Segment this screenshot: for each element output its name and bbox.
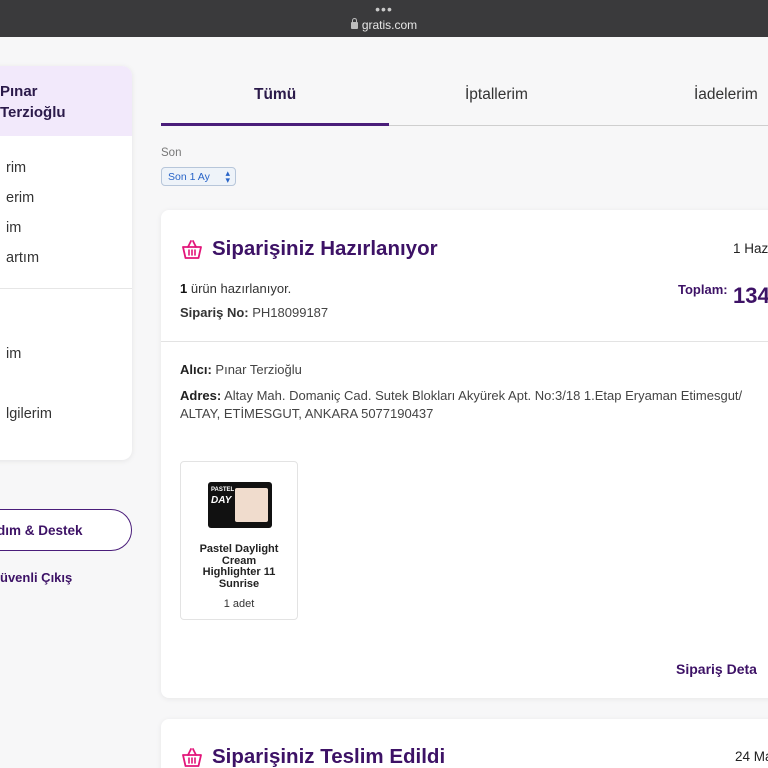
product-image-brand: PASTEL: [211, 487, 235, 493]
order-tabs: Tümü İptallerim İadelerim: [161, 66, 768, 126]
sidebar-item-4[interactable]: artım: [0, 248, 132, 278]
basket-icon: [182, 240, 202, 259]
tab-returns[interactable]: İadelerim: [694, 86, 758, 104]
basket-icon: [182, 748, 202, 767]
user-name-block: Pınar Terzioğlu: [0, 66, 132, 136]
order-detail-link[interactable]: Sipariş Deta: [676, 661, 757, 677]
help-support-button[interactable]: dım & Destek: [0, 509, 132, 551]
url-text: gratis.com: [361, 18, 418, 32]
total-label: Toplam:: [678, 282, 728, 297]
user-last-name: Terzioğlu: [0, 104, 66, 121]
tab-cancellations[interactable]: İptallerim: [465, 86, 528, 104]
order-status-title: Siparişiniz Hazırlanıyor: [212, 237, 438, 260]
total-value: 134: [733, 283, 768, 308]
item-count: 1 ürün hazırlanıyor.: [180, 281, 292, 296]
more-dots-icon[interactable]: •••: [0, 2, 768, 16]
product-image: PASTEL DAY: [208, 482, 272, 528]
receiver: Alıcı: Pınar Terzioğlu: [180, 362, 302, 377]
product-tile[interactable]: PASTEL DAY Pastel Daylight Cream Highlig…: [180, 461, 298, 620]
period-select[interactable]: Son 1 Ay ▴ ▾: [161, 167, 236, 186]
product-image-word: DAY: [211, 495, 232, 506]
user-first-name: Pınar: [0, 83, 38, 100]
logout-link[interactable]: üvenli Çıkış: [0, 570, 72, 585]
sidebar-item-5[interactable]: im: [0, 344, 132, 404]
browser-topbar: ••• gratis.com: [0, 0, 768, 37]
sidebar-item-1[interactable]: rim: [0, 158, 132, 188]
sidebar-item-2[interactable]: erim: [0, 188, 132, 218]
order-date-2: 24 Ma: [735, 749, 768, 764]
period-select-value: Son 1 Ay: [168, 171, 210, 183]
account-sidebar: Pınar Terzioğlu rim erim im artım im lgi…: [0, 66, 132, 460]
active-tab-indicator: [161, 123, 389, 126]
filter-label: Son: [161, 147, 182, 159]
product-quantity: 1 adet: [223, 598, 255, 610]
url-bar[interactable]: gratis.com: [0, 18, 768, 32]
order-number: Sipariş No: PH18099187: [180, 305, 329, 320]
sidebar-item-3[interactable]: im: [0, 218, 132, 248]
select-arrows-icon: ▴ ▾: [225, 168, 230, 185]
order-date: 1 Hazi: [733, 241, 768, 256]
order-status-title-2: Siparişiniz Teslim Edildi: [212, 745, 446, 768]
address: Adres: Altay Mah. Domaniç Cad. Sutek Blo…: [180, 388, 743, 421]
product-name: Pastel Daylight Cream Highlighter 11 Sun…: [199, 543, 279, 590]
tab-all[interactable]: Tümü: [254, 86, 296, 104]
product-pan: [235, 488, 268, 522]
card-divider: [161, 341, 768, 342]
sidebar-item-6[interactable]: lgilerim: [0, 404, 132, 460]
lock-icon: [350, 18, 358, 29]
